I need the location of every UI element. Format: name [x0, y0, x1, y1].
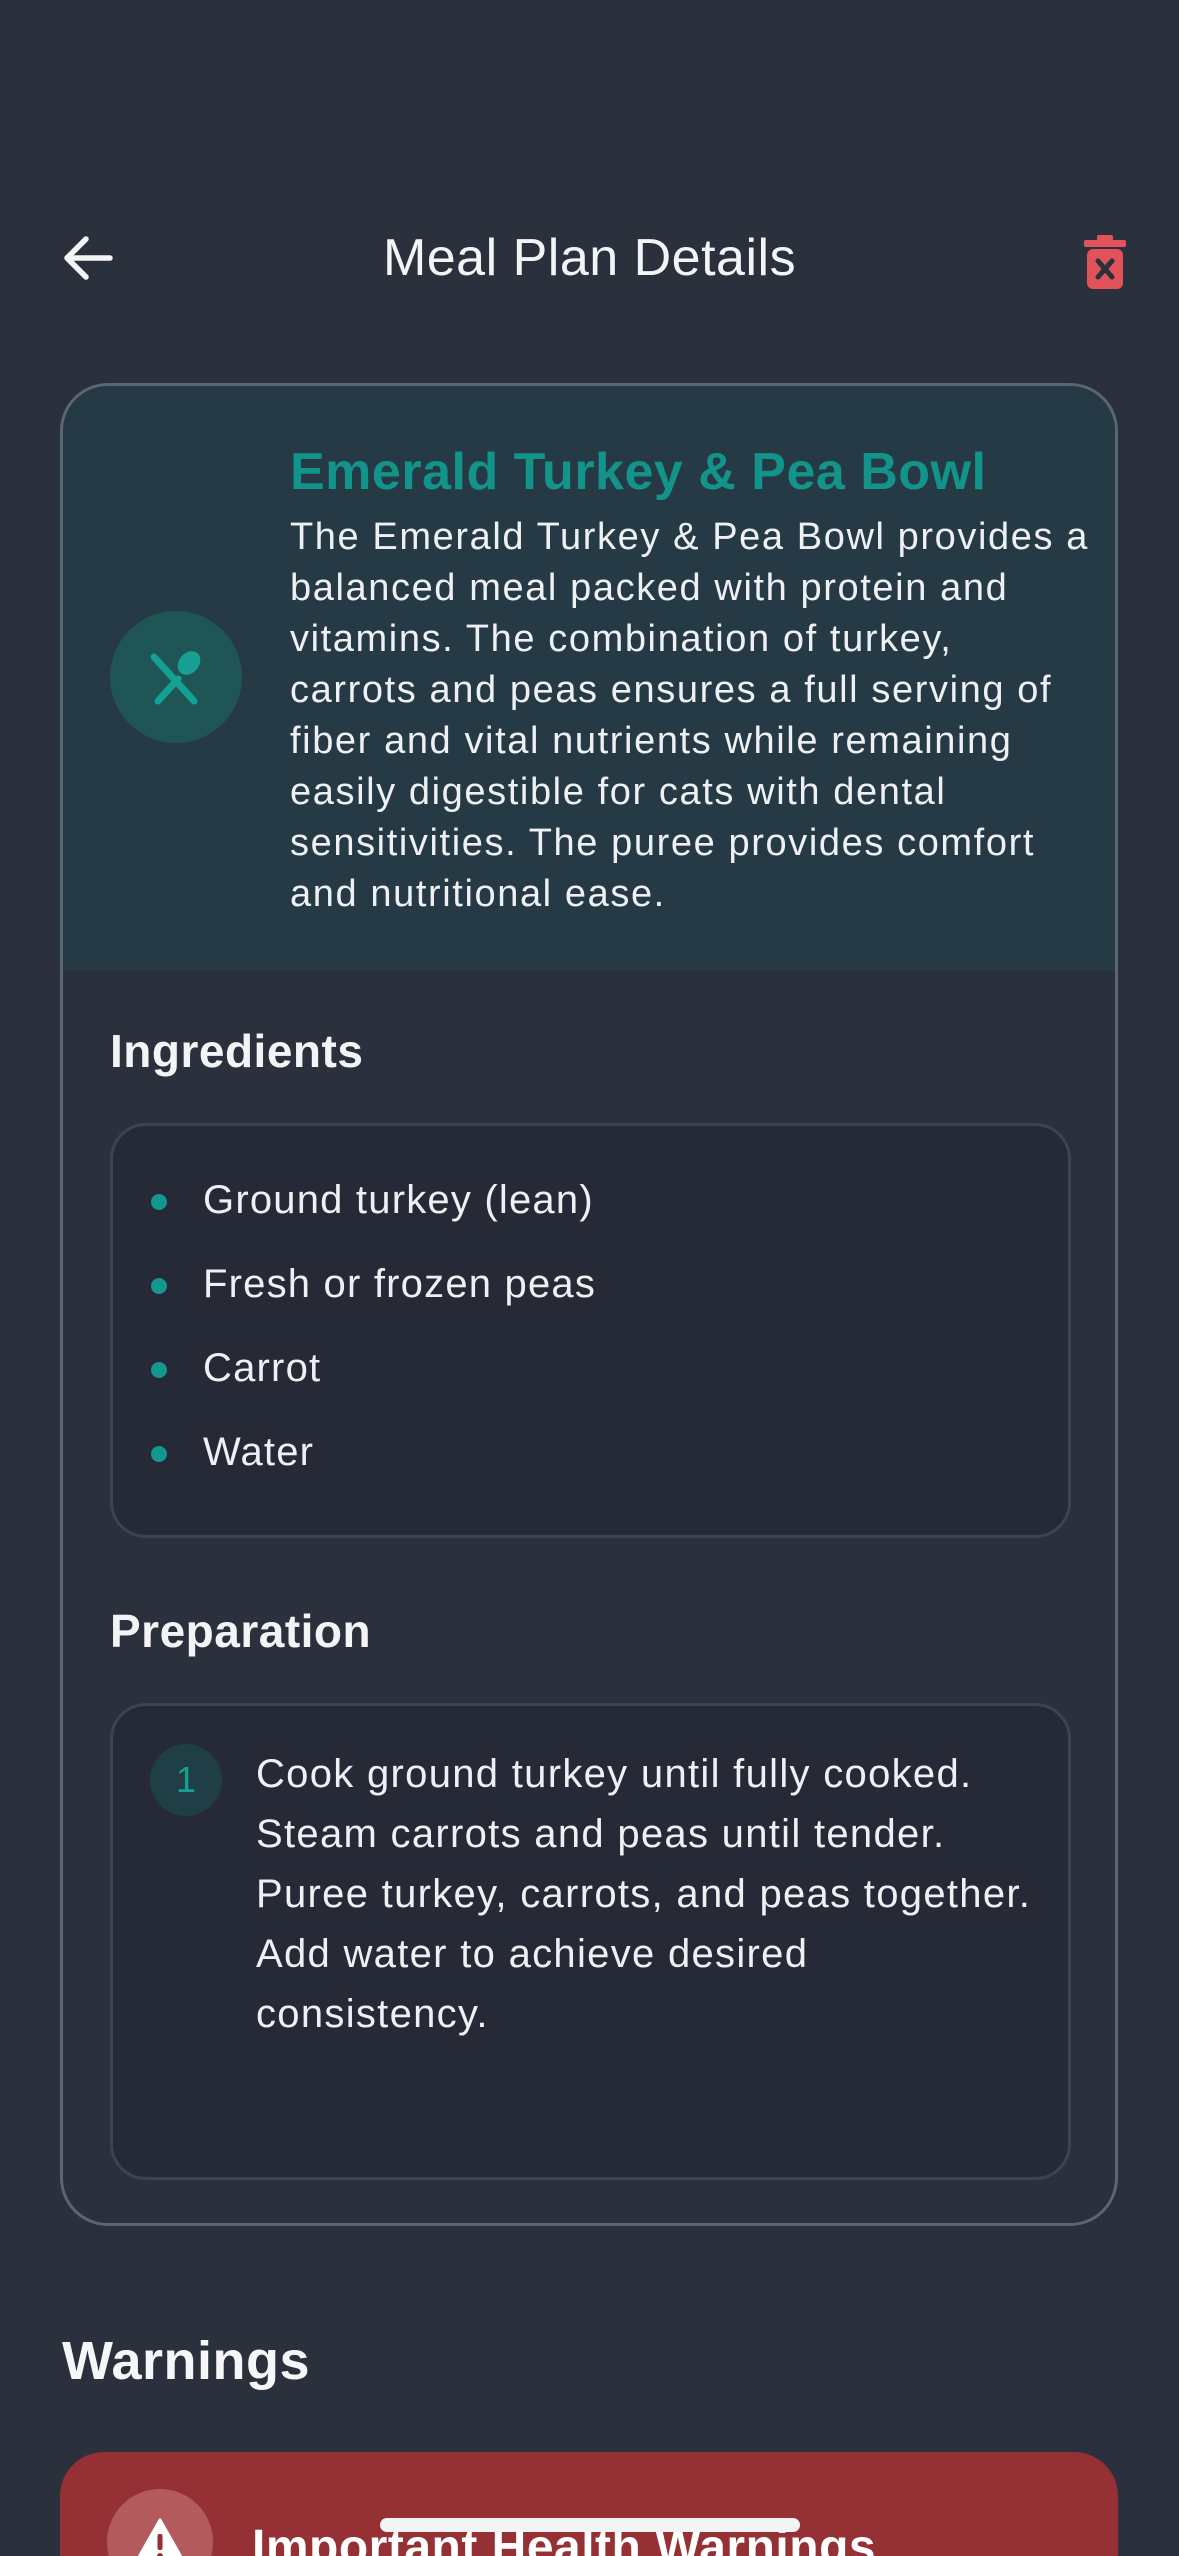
- warnings-title: Warnings: [62, 2331, 311, 2391]
- list-item: Carrot: [113, 1340, 1068, 1400]
- bullet-dot: [151, 1194, 167, 1210]
- warning-triangle-icon: [137, 2518, 183, 2556]
- meal-plan-details-screen: Meal Plan Details Emerald Turkey & Pea B…: [0, 0, 1179, 2556]
- step-text: Cook ground turkey until fully cooked. S…: [256, 1752, 1054, 2036]
- bullet-dot: [151, 1278, 167, 1294]
- preparation-title: Preparation: [110, 1605, 372, 1657]
- header: Meal Plan Details: [0, 190, 1179, 330]
- meal-icon-badge: [110, 611, 242, 743]
- delete-button[interactable]: [1075, 230, 1135, 294]
- home-indicator[interactable]: [380, 2518, 800, 2532]
- ingredients-list: Ground turkey (lean) Fresh or frozen pea…: [110, 1123, 1071, 1538]
- ingredient-label: Water: [203, 1430, 315, 1474]
- preparation-steps: 1 Cook ground turkey until fully cooked.…: [110, 1703, 1071, 2180]
- ingredient-label: Ground turkey (lean): [203, 1178, 594, 1222]
- warning-icon-badge: [107, 2489, 213, 2556]
- page-title: Meal Plan Details: [382, 229, 797, 287]
- ingredient-label: Fresh or frozen peas: [203, 1262, 597, 1306]
- trash-icon: [1084, 235, 1126, 289]
- meal-hero: Emerald Turkey & Pea Bowl The Emerald Tu…: [63, 386, 1115, 971]
- meal-name: Emerald Turkey & Pea Bowl: [290, 443, 987, 501]
- list-item: Ground turkey (lean): [113, 1172, 1068, 1232]
- bullet-dot: [151, 1446, 167, 1462]
- bullet-dot: [151, 1362, 167, 1378]
- ingredient-label: Carrot: [203, 1346, 322, 1390]
- meal-card: Emerald Turkey & Pea Bowl The Emerald Tu…: [60, 383, 1118, 2226]
- list-item: Water: [113, 1424, 1068, 1484]
- utensils-icon: [150, 651, 201, 705]
- step-number-badge: 1: [150, 1744, 222, 1816]
- ingredients-title: Ingredients: [110, 1025, 364, 1077]
- warning-card[interactable]: Important Health Warnings: [60, 2452, 1118, 2556]
- meal-description: The Emerald Turkey & Pea Bowl provides a…: [290, 516, 1090, 915]
- list-item: Fresh or frozen peas: [113, 1256, 1068, 1316]
